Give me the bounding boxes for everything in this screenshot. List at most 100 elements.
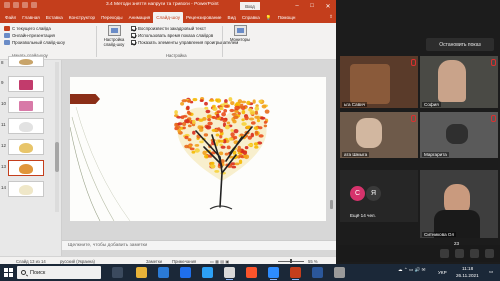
tab-transitions[interactable]: Переходы <box>98 12 126 23</box>
undo-icon[interactable] <box>13 2 19 8</box>
slide-scrollbar[interactable] <box>329 64 334 236</box>
thumbnail-image <box>19 80 33 90</box>
foliage-dot <box>253 142 259 146</box>
foliage-dot <box>224 124 230 130</box>
foliage-dot <box>226 145 231 150</box>
tab-insert[interactable]: Вставка <box>43 12 66 23</box>
tab-help[interactable]: Справка <box>239 12 263 23</box>
app-icon[interactable] <box>334 267 345 278</box>
notifications-icon[interactable]: ▭ <box>489 269 493 275</box>
start-icon[interactable] <box>31 2 37 8</box>
zoom-slider[interactable] <box>278 259 304 263</box>
task-view-icon[interactable] <box>112 267 123 278</box>
reactions-icon[interactable] <box>440 249 449 258</box>
checkbox-icon <box>131 26 136 31</box>
taskbar-search[interactable]: Поиск <box>17 266 101 279</box>
more-icon[interactable] <box>485 249 494 258</box>
online-icon <box>4 33 10 38</box>
signin-button[interactable]: Вход <box>240 2 260 10</box>
participant-tile-1[interactable]: ьга Савич <box>340 56 418 108</box>
slide-thumbnail[interactable] <box>8 139 44 155</box>
redo-icon[interactable] <box>22 2 28 8</box>
custom-show-button[interactable]: Произвольный слайд-шоу <box>4 40 65 45</box>
tab-animations[interactable]: Анимация <box>126 12 154 23</box>
check-timings[interactable]: Использовать время показа слайдов <box>131 33 213 38</box>
store-icon[interactable] <box>202 267 213 278</box>
tab-review[interactable]: Рецензирование <box>183 12 224 23</box>
word-icon[interactable] <box>312 267 323 278</box>
scrollbar-thumb[interactable] <box>55 142 59 172</box>
participant-tile-2[interactable]: София <box>420 56 498 108</box>
foliage-dot <box>219 128 224 133</box>
clock-time[interactable]: 11:18 <box>462 266 473 271</box>
comments-button[interactable]: Примечания <box>172 259 196 264</box>
tab-home[interactable]: Главная <box>19 12 42 23</box>
brave-icon[interactable] <box>246 267 257 278</box>
from-current-slide-button[interactable]: С текущего слайда <box>4 26 51 31</box>
file-explorer-icon[interactable] <box>136 267 147 278</box>
slide-thumbnail[interactable] <box>8 118 44 134</box>
participant-tile-5[interactable]: Ситникова Ол <box>420 170 498 238</box>
maximize-icon[interactable]: □ <box>305 1 319 11</box>
tray-icons[interactable]: ☁ ⌃ ▭ 🔊 ✉ <box>398 267 425 273</box>
online-presentation-button[interactable]: Онлайн-презентация <box>4 33 55 38</box>
keyboard-language[interactable]: УКР <box>438 270 447 275</box>
monitors-button[interactable]: Мониторы <box>228 25 252 42</box>
foliage-dot <box>232 119 237 124</box>
foliage-dot <box>177 122 183 126</box>
foliage-dot <box>249 110 256 115</box>
participant-tile-4[interactable]: Маргарита <box>420 112 498 158</box>
participant-tile-more[interactable]: С Я Ещё 14 чел. <box>340 170 418 222</box>
foliage-dot <box>204 101 208 106</box>
foliage-dot <box>258 134 264 138</box>
muted-mic-icon <box>490 59 496 66</box>
share-icon[interactable]: ⇪ <box>329 14 333 20</box>
foliage-dot <box>228 137 234 141</box>
save-icon[interactable] <box>4 2 10 8</box>
view-buttons[interactable]: ▭ ▦ ▤ ▣ <box>210 259 229 264</box>
notes-button[interactable]: Заметки <box>146 259 162 264</box>
scrollbar-thumb[interactable] <box>330 200 333 209</box>
tab-slideshow[interactable]: Слайд-шоу <box>153 12 184 23</box>
slide-thumbnail[interactable] <box>8 56 44 67</box>
zoom-icon[interactable] <box>268 267 279 280</box>
thumbnails-scrollbar[interactable] <box>55 62 59 212</box>
chat-icon[interactable] <box>470 249 479 258</box>
participants-icon[interactable] <box>455 249 464 258</box>
foliage-dot <box>233 129 239 134</box>
language-indicator[interactable]: русский (Украина) <box>60 259 95 264</box>
foliage-dot <box>207 114 212 118</box>
setup-icon <box>107 25 121 36</box>
stop-sharing-button[interactable]: Остановить показ <box>426 38 494 51</box>
mail-icon[interactable] <box>158 267 169 278</box>
participant-name: ьга Савич <box>342 102 368 107</box>
participant-name: София <box>422 102 441 107</box>
help-search[interactable]: Помощн <box>275 12 299 23</box>
slide-canvas[interactable] <box>70 77 326 221</box>
check-narration[interactable]: Воспроизвести закадровый текст <box>131 26 206 31</box>
chrome-icon[interactable] <box>224 267 235 280</box>
participant-name: Маргарита <box>422 152 449 157</box>
thumbnail-number: 11 <box>1 122 6 127</box>
foliage-dot <box>181 99 188 103</box>
windows-start-icon[interactable] <box>4 268 13 277</box>
slide-thumbnail[interactable] <box>8 97 44 113</box>
thumbnail-image <box>19 122 33 132</box>
clock-date[interactable]: 26.11.2021 <box>456 273 479 278</box>
tab-design[interactable]: Конструктор <box>66 12 98 23</box>
edge-icon[interactable] <box>180 267 191 278</box>
foliage-dot <box>254 106 260 111</box>
participant-name: Ситникова Ол <box>422 232 457 237</box>
close-icon[interactable]: ✕ <box>321 1 335 11</box>
tab-file[interactable]: Файл <box>2 12 19 23</box>
tab-view[interactable]: Вид <box>225 12 239 23</box>
participant-tile-3[interactable]: ата Шмыга <box>340 112 418 158</box>
minimize-icon[interactable]: – <box>290 1 304 11</box>
setup-slideshow-button[interactable]: Настройка слайд-шоу <box>102 25 126 47</box>
slide-thumbnail[interactable] <box>8 76 44 92</box>
zoom-level[interactable]: 55 % <box>308 259 318 264</box>
slide-thumbnail-selected[interactable] <box>8 160 44 176</box>
notes-pane[interactable]: Щелкните, чтобы добавить заметки <box>62 240 336 250</box>
powerpoint-icon[interactable] <box>290 267 301 280</box>
slide-thumbnail[interactable] <box>8 181 44 197</box>
